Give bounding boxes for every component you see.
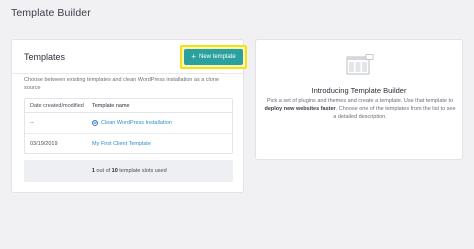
plus-icon: +	[191, 52, 196, 61]
template-link-my-first-client[interactable]: My First Client Template	[92, 141, 151, 147]
template-link-clean-wordpress[interactable]: Clean WordPress Installation	[101, 120, 172, 126]
card-divider	[12, 73, 243, 74]
row-date: 03/19/2019	[30, 140, 58, 147]
template-slots-usage: 1 out of 10 template slots used	[24, 160, 233, 182]
column-header-name: Template name	[92, 102, 130, 109]
row-name-cell: W Clean WordPress Installation	[92, 120, 232, 126]
templates-card: Templates + New template Choose between …	[11, 39, 247, 193]
slots-total-count: 10	[111, 168, 118, 174]
wordpress-icon: W	[92, 120, 98, 126]
top-bar: Template Builder	[0, 0, 474, 28]
row-date: --	[30, 120, 34, 126]
new-template-button[interactable]: + New template	[184, 49, 243, 65]
slots-suffix-text: template slots used	[119, 168, 167, 174]
intro-text-part1: Pick a set of plugins and themes and cre…	[266, 98, 454, 104]
column-header-date: Date created/modified	[30, 102, 84, 109]
template-builder-illustration-icon	[346, 54, 374, 75]
row-name-cell: My First Client Template	[92, 141, 232, 147]
slots-out-of-text: out of	[96, 168, 111, 174]
table-row[interactable]: -- W Clean WordPress Installation	[25, 113, 232, 133]
intro-text-bold: deploy new websites faster	[264, 106, 336, 112]
new-template-button-label: New template	[198, 54, 236, 60]
table-row[interactable]: 03/19/2019 My First Client Template	[25, 133, 232, 153]
templates-card-title: Templates	[24, 52, 66, 62]
table-header: Date created/modified Template name	[25, 99, 232, 113]
page-title: Template Builder	[11, 7, 91, 19]
slots-used-count: 1	[91, 168, 95, 174]
intro-text: Pick a set of plugins and themes and cre…	[264, 97, 456, 121]
templates-description: Choose between existing templates and cl…	[24, 77, 219, 91]
intro-text-part2: . Choose one of the templates from the l…	[333, 106, 456, 120]
intro-card: Introducing Template Builder Pick a set …	[255, 39, 463, 160]
templates-table: Date created/modified Template name -- W…	[24, 98, 233, 154]
intro-title: Introducing Template Builder	[311, 86, 407, 95]
new-template-button-highlight: + New template	[180, 45, 247, 69]
